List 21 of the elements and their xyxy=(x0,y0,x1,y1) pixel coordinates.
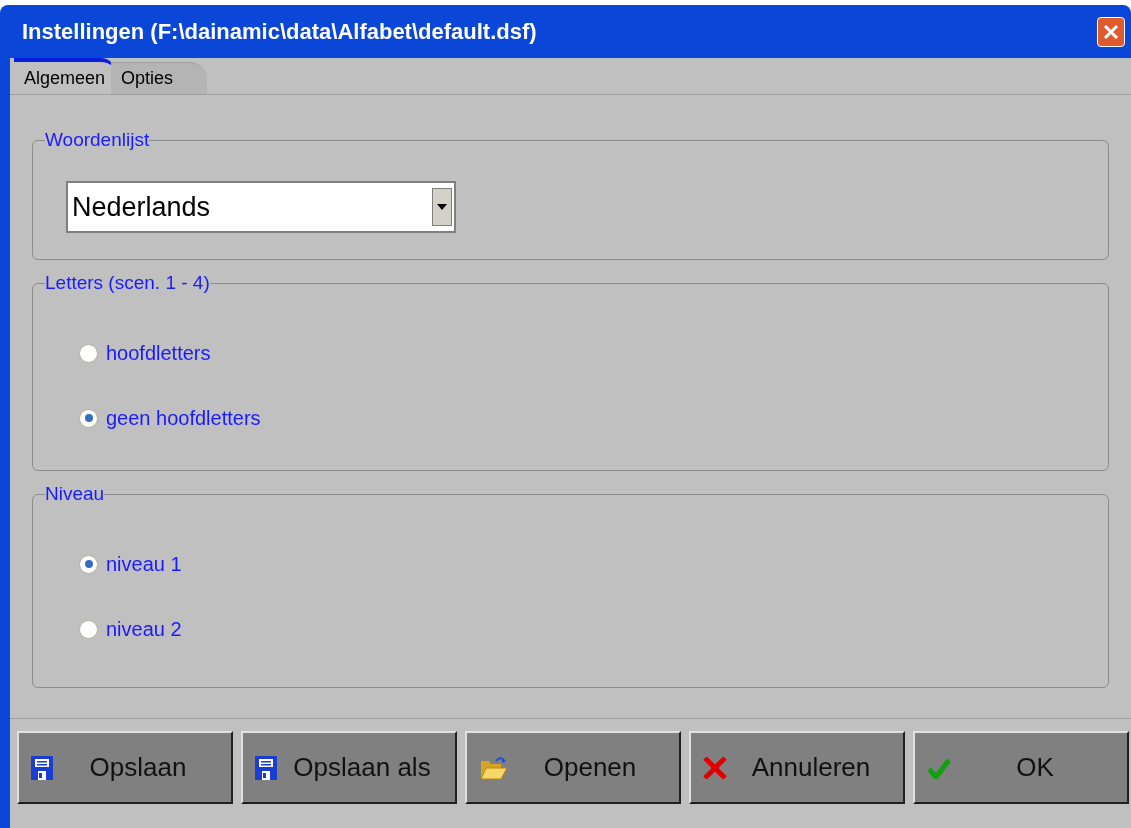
checkmark-icon xyxy=(927,756,951,779)
x-icon xyxy=(703,756,727,779)
radio-label[interactable]: niveau 2 xyxy=(106,614,182,644)
radio-button[interactable] xyxy=(79,343,98,363)
close-button[interactable] xyxy=(1097,16,1125,47)
radio-button[interactable] xyxy=(79,408,98,428)
action-button[interactable]: OK xyxy=(913,731,1129,804)
action-button[interactable]: Annuleren xyxy=(689,731,905,804)
action-button[interactable]: Openen xyxy=(465,731,681,804)
tab[interactable]: Opties xyxy=(111,62,208,94)
radio-label[interactable]: geen hoofdletters xyxy=(106,403,261,433)
action-button[interactable]: Opslaan xyxy=(17,731,233,804)
radio-label[interactable]: hoofdletters xyxy=(106,338,211,368)
action-button[interactable]: Opslaan als xyxy=(241,731,457,804)
dropdown[interactable]: Nederlands xyxy=(66,181,456,233)
close-icon xyxy=(1103,23,1119,40)
radio-button[interactable] xyxy=(79,619,98,639)
window-title: Instellingen (F:\dainamic\data\Alfabet\default.dsf) xyxy=(22,18,537,46)
folder-icon xyxy=(479,755,509,780)
radio-label[interactable]: niveau 1 xyxy=(106,549,182,579)
radio-button[interactable] xyxy=(79,554,98,574)
